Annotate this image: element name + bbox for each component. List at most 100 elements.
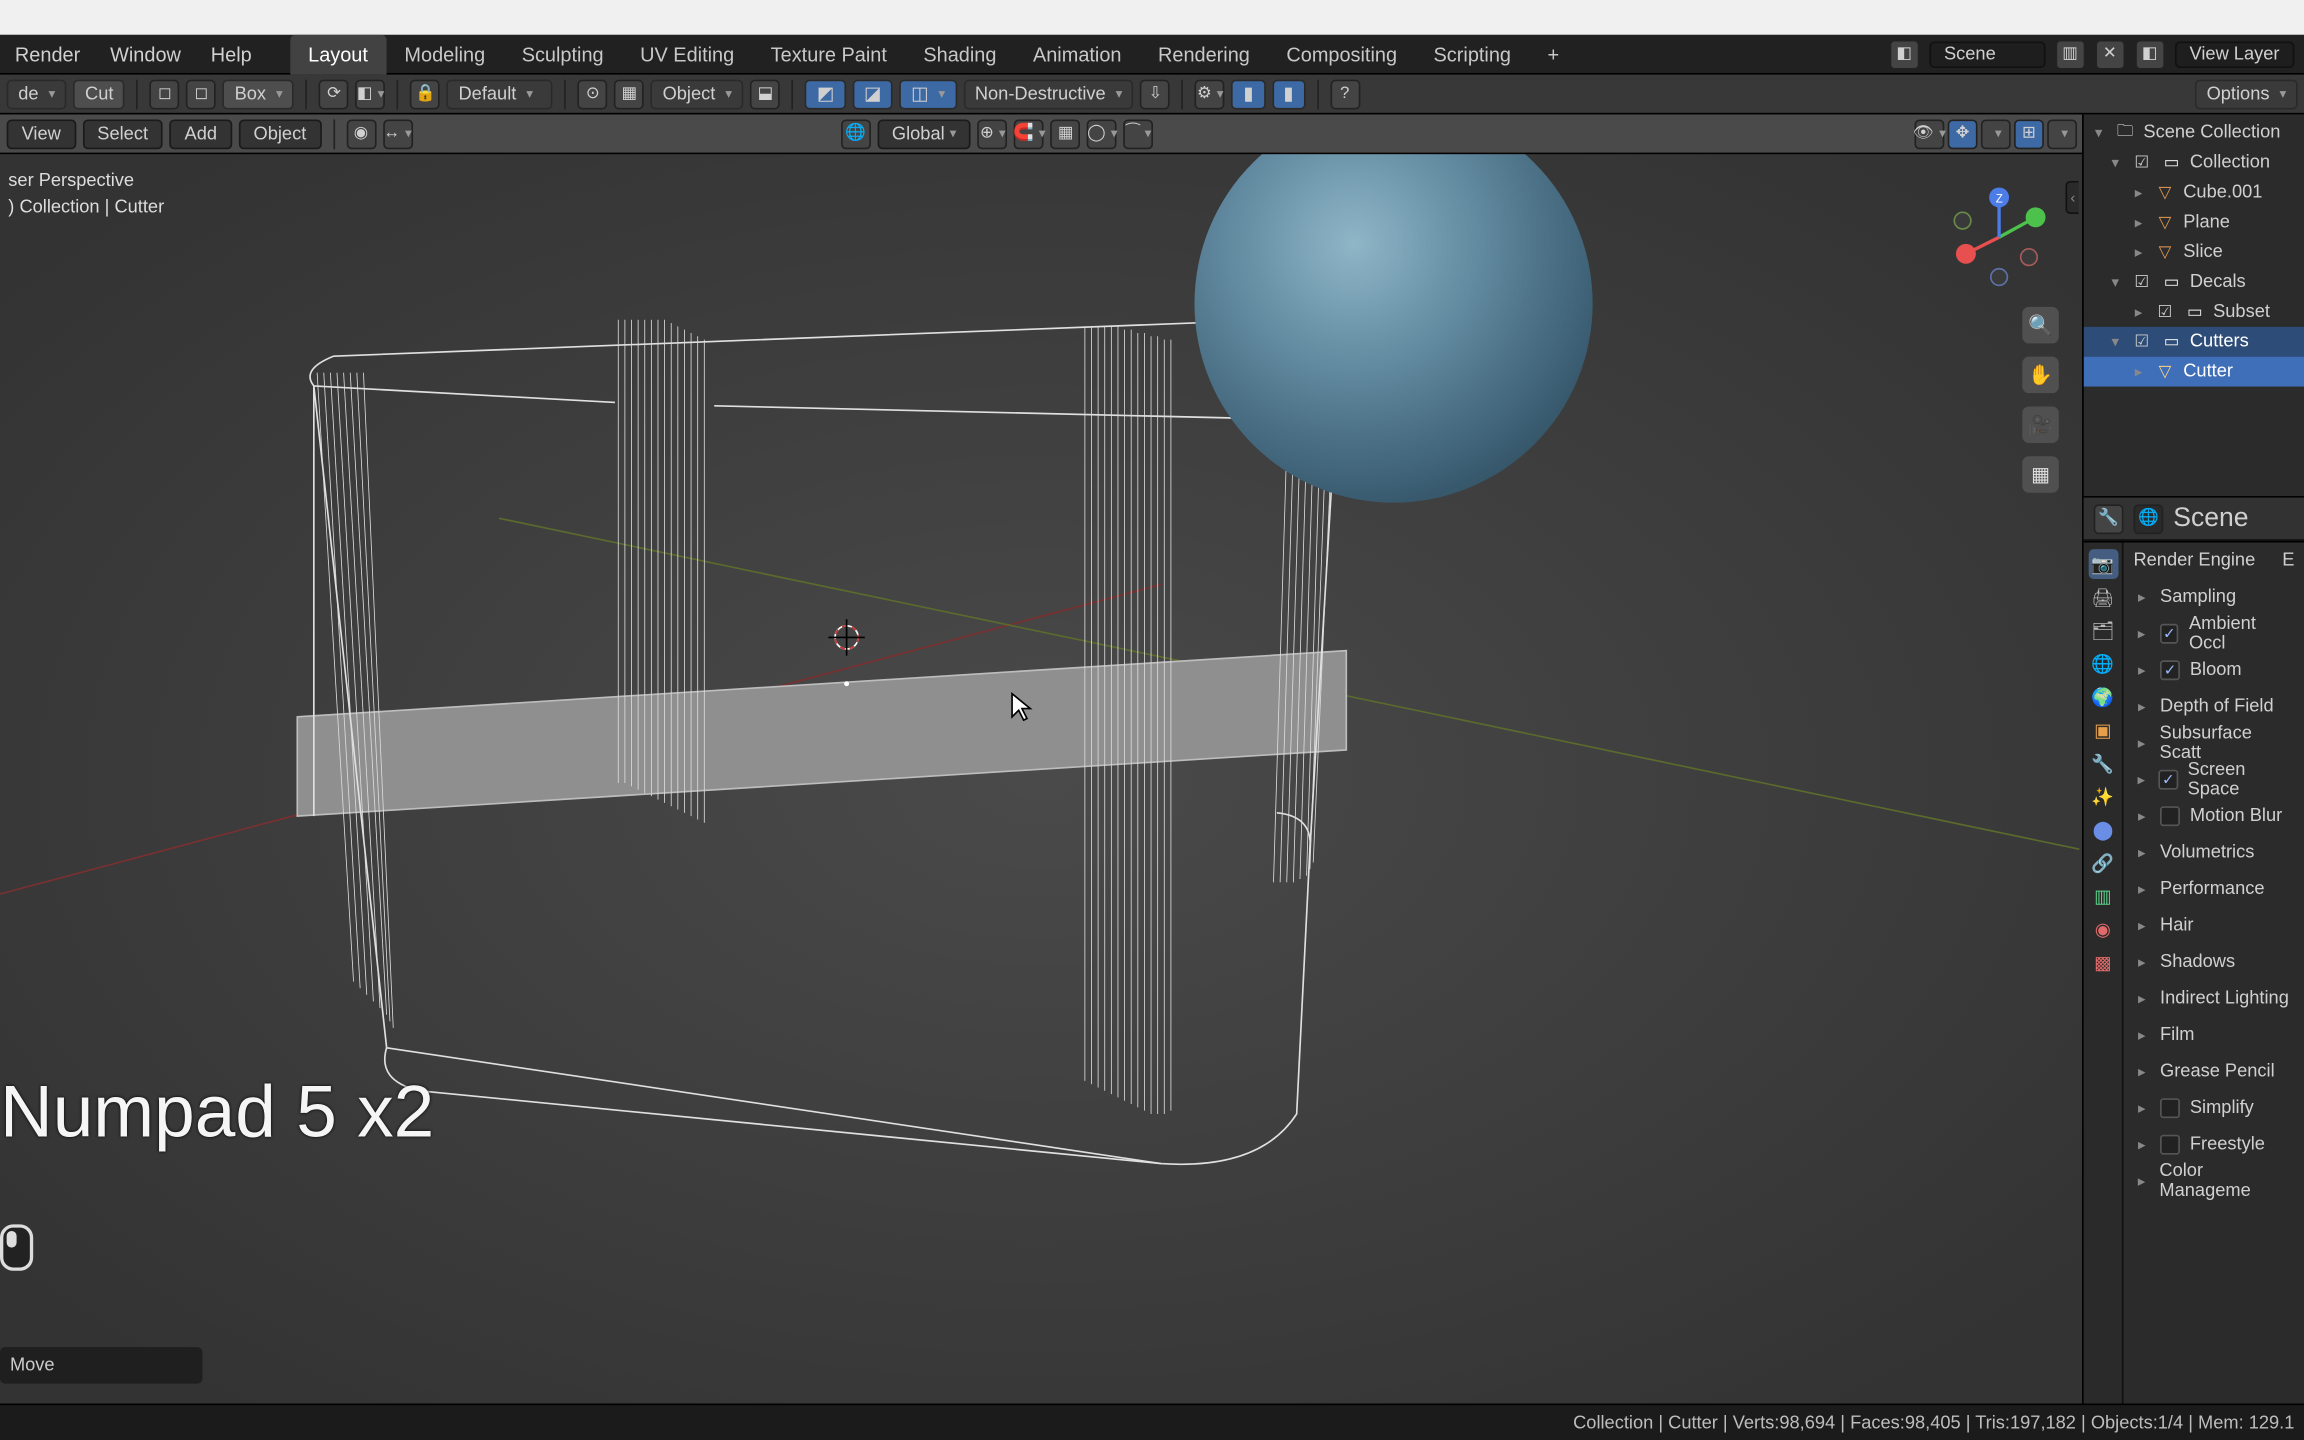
panel-motion-blur[interactable]: ▸Motion Blur [2124,798,2304,834]
render-engine-value[interactable]: E [2282,551,2294,571]
lock-icon[interactable]: 🔒 [410,79,440,109]
panel-subsurface-scatt[interactable]: ▸Subsurface Scatt [2124,725,2304,761]
gizmo-options-icon[interactable] [1981,119,2011,149]
ptab-world[interactable]: 🌍 [2088,682,2118,712]
object-menu[interactable]: Object [239,119,322,149]
object-icon[interactable]: ▦ [614,79,644,109]
options-dropdown[interactable]: Options [2195,79,2298,109]
preset-default[interactable]: Default [447,79,553,109]
last-operator[interactable]: Move [0,1347,202,1383]
ortho-icon[interactable]: ▦ [2022,456,2058,492]
orientation-icon[interactable]: ◧ [356,79,386,109]
export-icon[interactable]: ⇩ [1141,79,1171,109]
falloff-icon[interactable]: ⁀ [1124,119,1154,149]
viewlayer-field[interactable]: View Layer [2175,41,2295,68]
scene-name-field[interactable]: Scene [1929,41,2045,68]
outliner-item-slice[interactable]: ▸▽Slice [2084,237,2304,267]
ptab-render[interactable]: 📷 [2088,549,2118,579]
shape-icon-2[interactable]: ◻ [186,79,216,109]
scene-new-icon[interactable]: ▥ [2055,39,2085,69]
panel-depth-of-field[interactable]: ▸Depth of Field [2124,688,2304,724]
panel-sampling[interactable]: ▸Sampling [2124,579,2304,615]
viewlayer-browse-icon[interactable]: ◧ [2135,39,2165,69]
help-icon[interactable]: ? [1330,79,1360,109]
panel-ambient-occl[interactable]: ▸Ambient Occl [2124,615,2304,651]
scene-browse-icon[interactable]: ◧ [1889,39,1919,69]
add-menu[interactable]: Add [170,119,232,149]
nav-gizmo[interactable]: Z [1946,184,2052,290]
outliner-item-cutters[interactable]: ▾☑▭Cutters [2084,327,2304,357]
outliner-item-collection[interactable]: ▾☑▭Collection [2084,148,2304,178]
outliner-root[interactable]: ▾🗀Scene Collection [2084,118,2304,148]
view-menu[interactable]: View [7,119,76,149]
ptab-viewlayer[interactable]: 🗂 [2088,615,2118,645]
n-panel-toggle[interactable]: ‹ [2065,181,2078,214]
nondestructive-dropdown[interactable]: Non-Destructive [963,79,1134,109]
outliner-item-subset[interactable]: ▸☑▭Subset [2084,297,2304,327]
pan-icon[interactable]: ✋ [2022,357,2058,393]
checkbox[interactable] [2159,770,2178,790]
global-dropdown[interactable]: Global [877,119,971,149]
workspace-tab-compositing[interactable]: Compositing [1268,34,1415,74]
menu-window[interactable]: Window [95,34,196,74]
viewport-3d[interactable]: ser Perspective ) Collection | Cutter [0,154,2082,1403]
ptab-scene[interactable]: 🌐 [2088,649,2118,679]
workspace-tab-sculpting[interactable]: Sculpting [503,34,621,74]
workspace-tab-animation[interactable]: Animation [1015,34,1140,74]
panel-screen-space[interactable]: ▸Screen Space [2124,761,2304,797]
orientation2-icon[interactable]: 🌐 [840,119,870,149]
checkbox[interactable] [2160,660,2180,680]
bool-diff-icon[interactable]: ◪ [852,79,892,109]
workspace-tab-uv-editing[interactable]: UV Editing [622,34,753,74]
panel-color-manageme[interactable]: ▸Color Manageme [2124,1163,2304,1199]
snap-target-icon[interactable]: ▦ [1051,119,1081,149]
cursor-tool-icon[interactable]: ◉ [346,119,376,149]
outliner-item-decals[interactable]: ▾☑▭Decals [2084,267,2304,297]
snap-icon[interactable]: 🧲 [1014,119,1044,149]
workspace-tab-scripting[interactable]: Scripting [1415,34,1529,74]
outliner-item-cutter[interactable]: ▸▽Cutter [2084,357,2304,387]
origin-icon[interactable]: ⊙ [578,79,608,109]
menu-help[interactable]: Help [196,34,267,74]
checkbox[interactable] [2160,1135,2180,1155]
bool-mode-icon[interactable]: ◫ [899,79,956,109]
outliner[interactable]: ▾🗀Scene Collection▾☑▭Collection▸▽Cube.00… [2084,114,2304,496]
ptab-physics[interactable]: ⬤ [2088,815,2118,845]
toggle-b-icon[interactable]: ▮ [1272,79,1305,109]
workspace-tab-modeling[interactable]: Modeling [386,34,503,74]
workspace-tab-layout[interactable]: Layout [290,34,386,74]
pivot2-icon[interactable]: ⊕ [978,119,1008,149]
ptab-output[interactable]: 🖨 [2088,582,2118,612]
props-context-icon[interactable]: 🌐 [2133,504,2163,534]
mode-dropdown[interactable]: de [7,79,67,109]
ptab-object[interactable]: ▣ [2088,715,2118,745]
workspace-tab-rendering[interactable]: Rendering [1140,34,1268,74]
checkbox[interactable] [2160,806,2180,826]
panel-freestyle[interactable]: ▸Freestyle [2124,1126,2304,1162]
overlay-options-icon[interactable] [2047,119,2077,149]
panel-indirect-lighting[interactable]: ▸Indirect Lighting [2124,980,2304,1016]
outliner-item-cube-001[interactable]: ▸▽Cube.001 [2084,178,2304,208]
props-editor-icon[interactable]: 🔧 [2094,504,2124,534]
scene-delete-icon[interactable]: ✕ [2095,39,2125,69]
shape-box-dropdown[interactable]: Box [223,79,294,109]
panel-bloom[interactable]: ▸Bloom [2124,652,2304,688]
checkbox[interactable] [2160,624,2179,644]
bool-union-icon[interactable]: ◩ [805,79,845,109]
ptab-texture[interactable]: ▩ [2088,947,2118,977]
select-menu[interactable]: Select [82,119,163,149]
outliner-item-plane[interactable]: ▸▽Plane [2084,207,2304,237]
panel-film[interactable]: ▸Film [2124,1017,2304,1053]
overlay-toggle-icon[interactable]: ⊞ [2014,119,2044,149]
ptab-particles[interactable]: ✨ [2088,781,2118,811]
menu-render[interactable]: Render [0,34,95,74]
ptab-data[interactable]: ▥ [2088,881,2118,911]
apply-icon[interactable]: ⬓ [750,79,780,109]
camera-icon[interactable]: 🎥 [2022,406,2058,442]
workspace-tab-shading[interactable]: Shading [905,34,1015,74]
ptab-modifiers[interactable]: 🔧 [2088,748,2118,778]
workspace-add[interactable]: + [1529,34,1577,74]
pivot-icon[interactable]: ⟳ [319,79,349,109]
panel-hair[interactable]: ▸Hair [2124,907,2304,943]
toggle-a-icon[interactable]: ▮ [1232,79,1265,109]
